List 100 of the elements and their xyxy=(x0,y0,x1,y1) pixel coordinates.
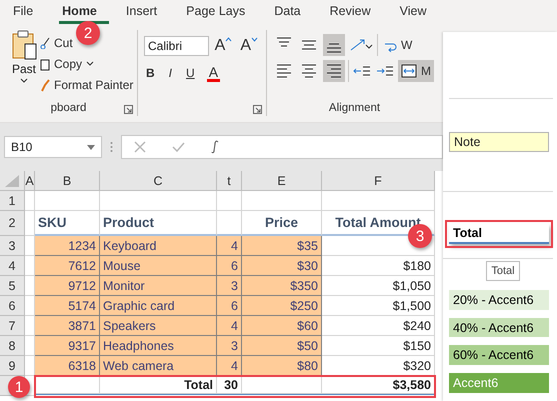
align-bottom-button[interactable] xyxy=(323,34,345,56)
table-cell: Speakers xyxy=(100,316,217,336)
cell-style-option[interactable]: 20% - Accent6 xyxy=(449,290,549,310)
table-cell: 3 xyxy=(217,336,242,356)
table-cell: Graphic card xyxy=(100,296,217,316)
triangle-icon xyxy=(5,174,19,186)
format-painter-button[interactable]: Format Painter xyxy=(38,76,136,94)
cell-style-option[interactable]: 40% - Accent6 xyxy=(449,318,549,338)
wrap-text-button[interactable]: W xyxy=(381,36,414,54)
empty-cell xyxy=(217,191,242,211)
chevron-icon xyxy=(86,61,94,67)
ribbon-tab[interactable]: Insert xyxy=(122,0,170,24)
align-center-icon xyxy=(301,64,317,78)
align-left-icon xyxy=(276,64,292,78)
table-cell: $30 xyxy=(242,256,322,276)
ribbon-tab[interactable]: Data xyxy=(271,0,313,24)
align-right-icon xyxy=(326,64,342,78)
ribbon-tab[interactable]: Review xyxy=(326,0,383,24)
empty-cell xyxy=(35,191,100,211)
table-cell: $180 xyxy=(322,256,435,276)
cell-style-option[interactable]: Note xyxy=(449,132,549,152)
scissors-icon xyxy=(40,37,50,49)
grip-icon xyxy=(110,141,113,153)
table-cell: Total xyxy=(100,376,217,394)
row-header[interactable]: 8 xyxy=(0,336,25,356)
row-header[interactable]: 7 xyxy=(0,316,25,336)
clipboard-icon[interactable] xyxy=(11,30,37,60)
table-cell: $35 xyxy=(242,236,322,256)
table-cell: Monitor xyxy=(100,276,217,296)
cell-style-option[interactable]: 60% - Accent6 xyxy=(449,345,549,366)
align-bottom-icon xyxy=(326,43,342,53)
row-header[interactable]: 1 xyxy=(0,191,25,211)
table-cell: $3,580 xyxy=(322,376,435,394)
row-header[interactable]: 9 xyxy=(0,356,25,376)
font-color-button[interactable]: A xyxy=(206,64,220,82)
column-header[interactable]: C xyxy=(100,171,217,191)
row-header[interactable]: 4 xyxy=(0,256,25,276)
align-middle-icon xyxy=(301,40,317,50)
table-cell: 4 xyxy=(217,236,242,256)
font-name-field[interactable]: Calibri xyxy=(144,36,209,56)
ribbon-tab[interactable]: Page Lays xyxy=(183,0,258,24)
orientation-icon[interactable] xyxy=(348,37,374,53)
row-header[interactable]: 5 xyxy=(0,276,25,296)
bold-button[interactable]: B xyxy=(144,64,157,82)
paste-label[interactable]: Past xyxy=(12,62,36,76)
checkmark-icon[interactable] xyxy=(172,141,185,153)
table-cell: Web camera xyxy=(100,356,217,376)
row-header[interactable]: 2 xyxy=(0,211,25,236)
underline-button[interactable]: U xyxy=(184,64,197,82)
column-header[interactable]: A xyxy=(25,171,35,191)
table-cell: 6318 xyxy=(35,356,100,376)
column-header[interactable]: F xyxy=(322,171,435,191)
copy-button[interactable]: Copy xyxy=(38,55,136,73)
decrease-indent-icon[interactable] xyxy=(352,64,372,78)
tooltip: Total xyxy=(486,260,520,281)
dialog-launcher-icon[interactable] xyxy=(124,105,133,114)
dialog-launcher-icon[interactable] xyxy=(253,105,262,114)
table-cell: 7612 xyxy=(35,256,100,276)
table-cell: $50 xyxy=(242,336,322,356)
caret-up-icon xyxy=(225,37,232,42)
row-header[interactable]: 6 xyxy=(0,296,25,316)
brush-icon xyxy=(40,78,50,92)
table-cell: $80 xyxy=(242,356,322,376)
table-cell: Keyboard xyxy=(100,236,217,256)
table-cell: $250 xyxy=(242,296,322,316)
table-cell: 4 xyxy=(217,356,242,376)
table-cell: 30 xyxy=(217,376,242,394)
copy-icon xyxy=(40,58,50,70)
row-header[interactable]: 3 xyxy=(0,236,25,256)
increase-indent-icon[interactable] xyxy=(375,64,395,78)
table-cell: 9712 xyxy=(35,276,100,296)
table-cell: $240 xyxy=(322,316,435,336)
name-box[interactable]: B10 xyxy=(4,136,102,158)
table-cell: $1,500 xyxy=(322,296,435,316)
merge-button[interactable]: M xyxy=(398,60,434,82)
chevron-icon[interactable] xyxy=(20,78,28,84)
table-cell: 3871 xyxy=(35,316,100,336)
table-cell: 5174 xyxy=(35,296,100,316)
column-header[interactable]: E xyxy=(242,171,322,191)
ribbon-tab[interactable]: File xyxy=(10,0,46,24)
ribbon-tab[interactable]: View xyxy=(396,0,439,24)
function-icon[interactable] xyxy=(211,140,219,154)
grow-font-button[interactable]: A xyxy=(212,37,234,55)
table-cell: Mouse xyxy=(100,256,217,276)
italic-button[interactable]: I xyxy=(166,64,174,82)
align-right-button[interactable] xyxy=(323,60,345,82)
align-top-icon xyxy=(276,37,292,47)
empty-cell xyxy=(25,211,35,236)
column-header[interactable]: B xyxy=(35,171,100,191)
column-header[interactable]: t xyxy=(217,171,242,191)
merge-icon xyxy=(401,64,417,78)
table-cell: 3 xyxy=(217,276,242,296)
table-cell: $60 xyxy=(242,316,322,336)
table-cell: $1,050 xyxy=(322,276,435,296)
shrink-font-button[interactable]: A xyxy=(238,37,260,55)
table-cell: 6 xyxy=(217,296,242,316)
table-cell: $350 xyxy=(242,276,322,296)
table-cell: 6 xyxy=(217,256,242,276)
table-cell: $320 xyxy=(322,356,435,376)
table-cell: 4 xyxy=(217,316,242,336)
